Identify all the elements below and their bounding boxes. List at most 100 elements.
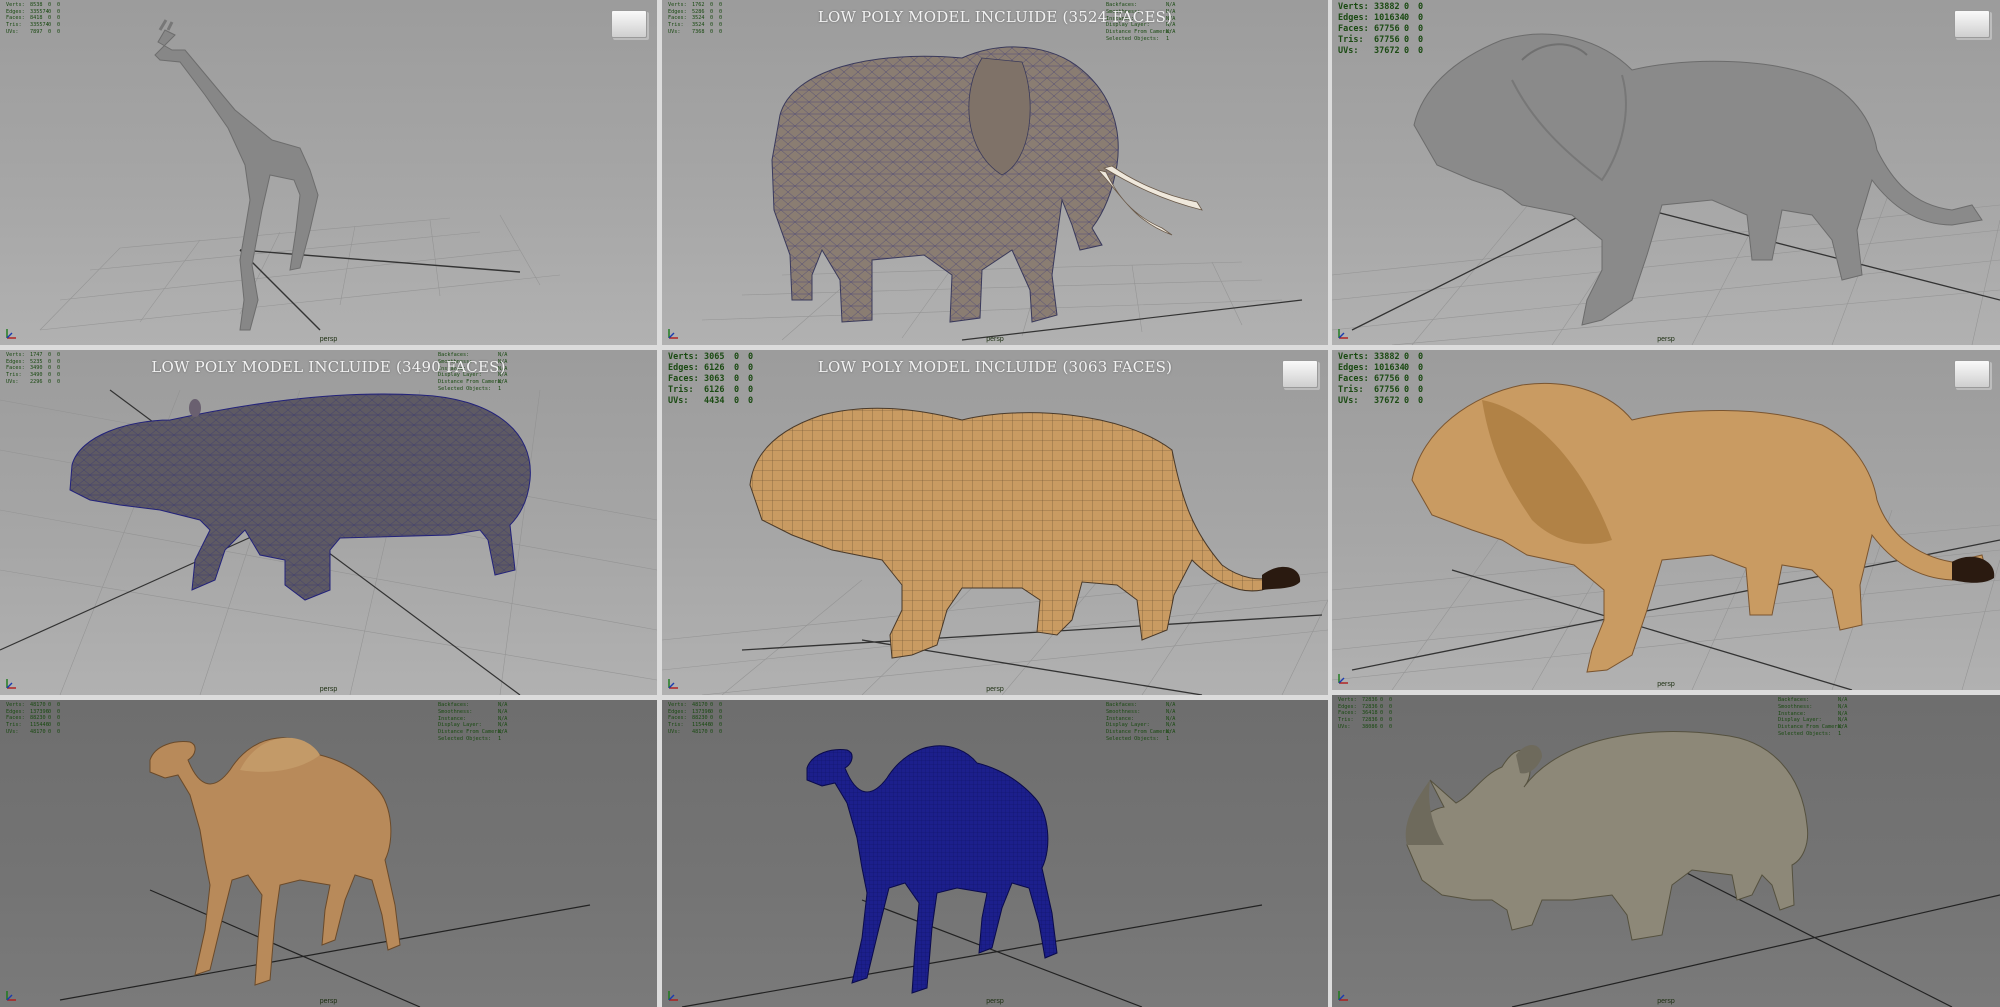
hud-stat-value: 0 <box>48 15 52 22</box>
hud-display-value: N/A <box>1838 703 1848 710</box>
hud-stat-value: 0 <box>1389 697 1393 703</box>
hud-stat-value: 0 <box>1380 723 1384 730</box>
hud-stat-value: 0 <box>1404 34 1410 45</box>
camera-label: persp <box>986 686 1004 693</box>
camera-label: persp <box>1657 336 1675 343</box>
hud-stat-row: Tris: 115446 0 0 <box>668 722 728 729</box>
hud-stat-row: Faces: 88230 0 0 <box>668 715 728 722</box>
hud-stat-value: 0 <box>1404 45 1410 56</box>
hud-stat-value: 0 <box>48 28 52 35</box>
hud-stat-value: 0 <box>1418 2 1424 12</box>
hud-display-row: Instance: N/A <box>438 716 512 723</box>
hud-stat-row: Tris: 72836 0 0 <box>1338 717 1398 724</box>
hud-stat-label: Faces: <box>6 715 25 722</box>
hud-stat-value: 0 <box>748 384 754 395</box>
hud-stat-value: 37672 <box>1374 45 1400 56</box>
hud-stat-row: Edges: 137396 0 0 <box>668 709 728 716</box>
hud-display-value: 1 <box>1166 35 1170 42</box>
hud-stat-label: Faces: <box>6 15 25 22</box>
hud-stat-row: Faces: 88230 0 0 <box>6 715 66 722</box>
viewcube-icon[interactable] <box>611 10 647 38</box>
hud-display-value: N/A <box>498 702 508 708</box>
hud-stat-label: Tris: <box>668 384 694 395</box>
hud-stat-row: Tris: 6126 0 0 <box>668 385 762 396</box>
hud-display-value: N/A <box>498 715 508 722</box>
hud-stat-row: UVs: 2296 0 0 <box>6 379 66 386</box>
hud-stat-value: 0 <box>1418 34 1424 45</box>
hud-display-row: Display Layer: N/A <box>1106 722 1180 729</box>
hud-stat-label: UVs: <box>6 378 19 385</box>
hud-display-label: Smoothness: <box>1778 703 1813 710</box>
hud-stat-value: 72836 <box>1362 697 1378 703</box>
hud-stat-value: 0 <box>710 715 714 722</box>
viewport-lion-sculpt[interactable]: Verts: 33882 0 0 Edges: 101634 0 0 Faces: 67756 0 0… <box>1332 0 2000 345</box>
hud-stat-value: 101634 <box>1374 12 1405 23</box>
poly-count-hud: Verts: 8538 0 0 Edges: 335574 0 0 Faces: 8418 0 0 Tr… <box>6 2 66 35</box>
hud-stat-row: UVs: 38086 0 0 <box>1338 724 1398 731</box>
hud-stat-value: 0 <box>1404 23 1410 34</box>
viewcube-icon[interactable] <box>1282 360 1318 388</box>
hud-stat-value: 48170 <box>30 728 46 735</box>
viewport-hippo[interactable]: Verts: 1747 0 0 Edges: 5235 0 0 Faces: 3490 0 0 Tris… <box>0 350 657 695</box>
hud-stat-label: UVs: <box>6 728 19 735</box>
camera-label: persp <box>319 998 338 1005</box>
hud-stat-value: 0 <box>734 395 740 406</box>
viewport-rhino[interactable]: Verts: 72836 0 0 Edges: 72836 0 0 Faces: 36418 0 0 T… <box>1332 695 2000 1007</box>
hud-stat-value: 6126 <box>704 384 725 395</box>
viewport-lion-wire[interactable]: Verts: 3065 0 0 Edges: 6126 0 0 Faces: 3063 0 0 Tris… <box>662 350 1328 695</box>
hud-display-row: Distance From Camera: N/A <box>1106 29 1180 36</box>
hud-display-row: Distance From Camera: N/A <box>438 729 512 736</box>
viewport-camel-textured[interactable]: Verts: 48170 0 0 Edges: 137396 0 0 Faces: 88230 0 0… <box>0 700 657 1007</box>
hud-stat-value: 0 <box>48 8 52 15</box>
hud-display-label: Backfaces: <box>1778 697 1810 703</box>
viewcube-icon[interactable] <box>1954 360 1990 388</box>
elephant-model <box>701 46 1303 341</box>
hud-stat-value: 48170 <box>692 702 708 708</box>
hud-stat-label: Tris: <box>1338 34 1364 45</box>
hud-display-label: Distance From Camera: <box>1106 29 1172 35</box>
hud-stat-row: Faces: 67756 0 0 <box>1338 374 1432 385</box>
hud-stat-row: UVs: 7368 0 0 <box>668 29 728 36</box>
hud-stat-label: Edges: <box>6 8 25 15</box>
hud-stat-label: Faces: <box>1338 23 1369 34</box>
hud-display-value: 1 <box>498 735 502 742</box>
hud-display-row: Instance: N/A <box>1778 711 1852 718</box>
hud-stat-row: Verts: 8538 0 0 <box>6 2 66 9</box>
hud-stat-row: UVs: 7897 0 0 <box>6 29 66 36</box>
viewport-lion-textured[interactable]: Verts: 33882 0 0 Edges: 101634 0 0 Faces: 67756 0 0… <box>1332 350 2000 690</box>
hud-stat-value: 0 <box>1418 395 1424 406</box>
hud-stat-label: Tris: <box>1338 384 1364 395</box>
hud-stat-value: 0 <box>57 378 61 385</box>
hud-stat-label: Tris: <box>6 21 22 28</box>
hud-stat-row: UVs: 37672 0 0 <box>1338 396 1432 407</box>
hud-stat-label: Edges: <box>1338 703 1357 710</box>
hud-stat-label: Faces: <box>1338 373 1369 384</box>
hud-display-value: N/A <box>1838 717 1848 724</box>
hud-stat-value: 4434 <box>704 395 725 406</box>
viewcube-icon[interactable] <box>1954 10 1990 38</box>
hud-stat-value: 2296 <box>30 378 43 385</box>
hud-stat-value: 115446 <box>30 721 49 728</box>
hud-stat-value: 33882 <box>1374 2 1400 12</box>
viewport-giraffe[interactable]: Verts: 8538 0 0 Edges: 335574 0 0 Faces: 8418 0 0 Tr… <box>0 0 657 345</box>
hud-stat-value: 0 <box>1380 716 1384 723</box>
hud-stat-label: UVs: <box>6 28 19 35</box>
hud-stat-value: 0 <box>1404 373 1410 384</box>
hud-stat-value: 7368 <box>692 28 705 35</box>
hud-display-value: N/A <box>1166 722 1176 729</box>
hud-stat-label: UVs: <box>668 395 689 406</box>
hud-display-value: N/A <box>1166 729 1176 735</box>
hud-stat-value: 0 <box>57 21 61 28</box>
viewport-elephant[interactable]: Verts: 1762 0 0 Edges: 5286 0 0 Faces: 3524 0 0 Tris… <box>662 0 1328 345</box>
hud-stat-value: 88230 <box>30 715 46 722</box>
poly-count-hud: Verts: 48170 0 0 Edges: 137396 0 0 Faces: 88230 0 0… <box>668 702 728 735</box>
hud-display-label: Selected Objects: <box>438 735 492 742</box>
hud-stat-value: 137396 <box>692 708 711 715</box>
hud-display-label: Distance From Camera: <box>438 729 504 735</box>
hud-display-label: Display Layer: <box>1106 722 1150 729</box>
hud-stat-label: Verts: <box>1338 2 1369 12</box>
hud-stat-value: 0 <box>710 708 714 715</box>
hud-stat-row: Edges: 101634 0 0 <box>1338 13 1432 24</box>
viewport-camel-wire[interactable]: Verts: 48170 0 0 Edges: 137396 0 0 Faces: 88230 0 0… <box>662 700 1328 1007</box>
hud-stat-value: 0 <box>748 395 754 406</box>
